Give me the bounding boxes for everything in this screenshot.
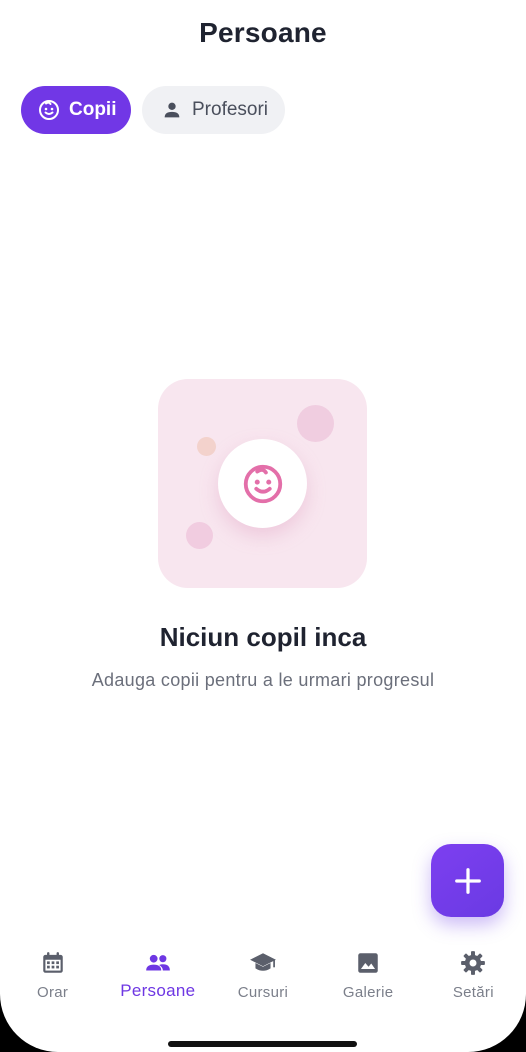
person-icon	[160, 98, 184, 122]
tab-profesori[interactable]: Profesori	[142, 86, 285, 134]
empty-state-subtitle: Adauga copii pentru a le urmari progresu…	[91, 670, 435, 690]
graduation-cap-icon	[249, 949, 277, 977]
nav-item-setari[interactable]: Setări	[421, 940, 526, 1020]
bottom-navigation: Orar Persoane Cursuri Galerie Setări	[0, 940, 526, 1020]
plus-icon	[454, 867, 481, 894]
add-child-button[interactable]	[431, 844, 504, 917]
nav-item-galerie[interactable]: Galerie	[316, 940, 421, 1020]
baby-face-icon	[37, 98, 61, 122]
baby-face-icon	[243, 464, 282, 503]
nav-label-persoane: Persoane	[120, 981, 196, 1000]
gear-icon	[459, 949, 487, 977]
persoane-screen: Persoane Copii Profesori Niciun copil in…	[0, 0, 526, 1052]
nav-label-cursuri: Cursuri	[237, 984, 289, 1001]
nav-item-persoane[interactable]: Persoane	[105, 940, 210, 1020]
people-icon	[144, 949, 172, 977]
page-title: Persoane	[199, 17, 327, 48]
nav-label-setari: Setări	[452, 984, 494, 1001]
calendar-icon	[39, 949, 67, 977]
empty-state-illustration	[158, 379, 367, 588]
decorative-dot	[197, 437, 216, 456]
tab-copii[interactable]: Copii	[21, 86, 131, 134]
decorative-dot	[297, 405, 334, 442]
tab-copii-label: Copii	[69, 99, 117, 120]
nav-label-galerie: Galerie	[342, 984, 394, 1001]
empty-state-title: Niciun copil inca	[159, 622, 367, 652]
decorative-dot	[186, 522, 213, 549]
empty-state-icon-circle	[218, 439, 307, 528]
nav-label-orar: Orar	[36, 984, 69, 1001]
home-indicator	[168, 1041, 357, 1047]
tab-profesori-label: Profesori	[192, 99, 269, 120]
nav-item-cursuri[interactable]: Cursuri	[210, 940, 315, 1020]
image-icon	[354, 949, 382, 977]
nav-item-orar[interactable]: Orar	[0, 940, 105, 1020]
